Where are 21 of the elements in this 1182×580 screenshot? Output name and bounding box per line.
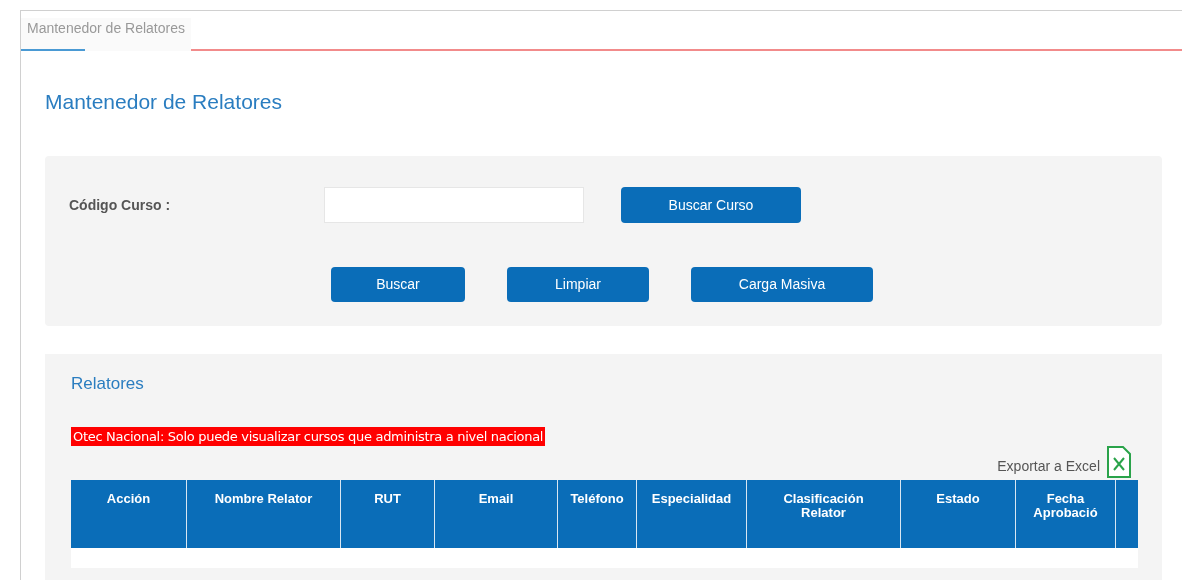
column-header: Estado — [936, 492, 980, 506]
action-button[interactable]: Limpiar — [507, 267, 649, 302]
spreadsheet-file-icon[interactable] — [1106, 446, 1132, 478]
column-header: Clasificación Relator — [782, 492, 865, 520]
input-field[interactable] — [324, 187, 584, 223]
column-header: Fecha Aprobació — [1032, 492, 1099, 520]
column-header: Teléfono — [570, 492, 624, 506]
column-header: Especialidad — [651, 492, 732, 506]
field-label: Código Curso : — [69, 195, 172, 215]
column-header: RUT — [374, 492, 401, 506]
search-course-button[interactable]: Buscar Curso — [621, 187, 801, 223]
page-title: Mantenedor de Relatores — [45, 91, 283, 112]
export-link[interactable]: Exportar a Excel — [997, 456, 1100, 477]
section-title: Relatores — [71, 373, 145, 392]
tab[interactable]: Mantenedor de Relatores — [21, 18, 191, 51]
action-button[interactable]: Carga Masiva — [691, 267, 873, 302]
action-button[interactable]: Buscar — [331, 267, 465, 302]
column-header: Email — [478, 492, 514, 506]
alert-message: Otec Nacional: Solo puede visualizar cursos que administra a nivel nacional — [71, 427, 546, 446]
column-header: Nombre Relator — [214, 492, 313, 506]
column-header: Acción — [106, 492, 151, 506]
